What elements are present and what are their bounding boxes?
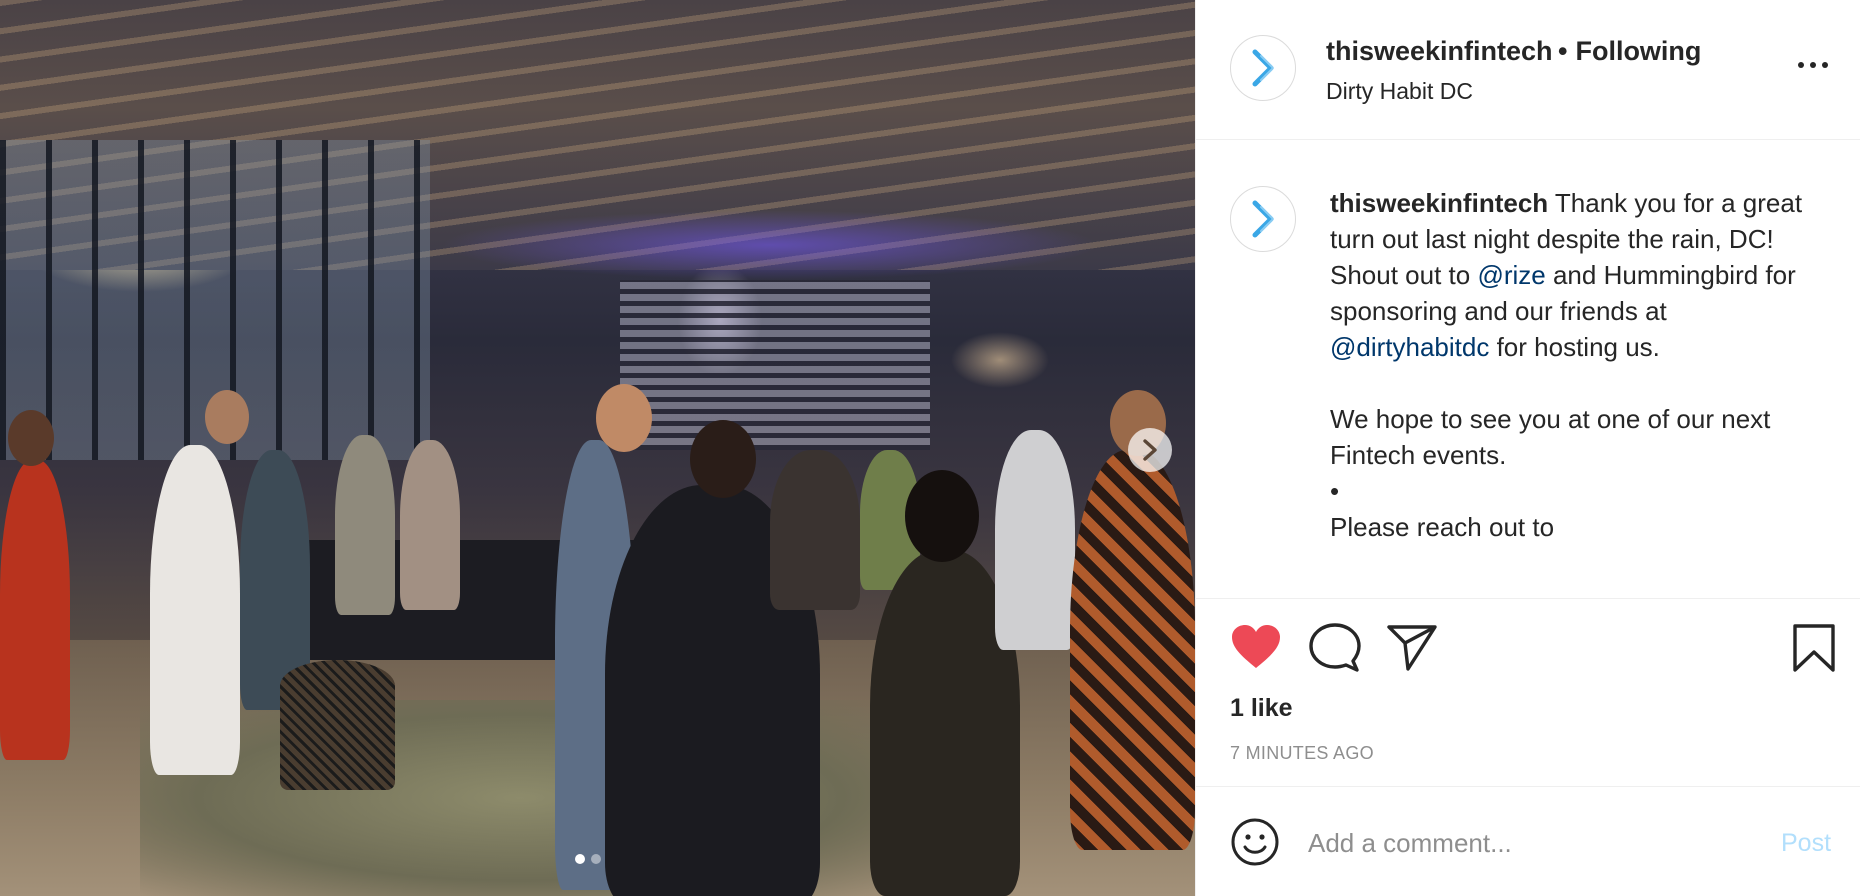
post-side-panel: thisweekinfintech • Following Dirty Habit… bbox=[1195, 0, 1860, 896]
like-count[interactable]: 1 like bbox=[1230, 694, 1293, 723]
follow-status[interactable]: • Following bbox=[1558, 36, 1701, 67]
post-timestamp[interactable]: 7 MINUTES AGO bbox=[1230, 743, 1374, 764]
comment-bar: Post bbox=[1196, 786, 1860, 896]
location-link[interactable]: Dirty Habit DC bbox=[1326, 78, 1473, 105]
next-photo-button[interactable] bbox=[1128, 428, 1172, 472]
post-actions: 1 like 7 MINUTES AGO bbox=[1196, 598, 1860, 786]
carousel-dot-active bbox=[575, 854, 585, 864]
carousel-dot bbox=[591, 854, 601, 864]
comment-input[interactable] bbox=[1308, 821, 1748, 865]
post-comment-button[interactable]: Post bbox=[1781, 829, 1831, 858]
smiley-icon[interactable] bbox=[1230, 817, 1280, 871]
more-options-icon[interactable] bbox=[1798, 62, 1828, 68]
post-header: thisweekinfintech • Following Dirty Habit… bbox=[1196, 0, 1860, 140]
chevron-right-logo-icon bbox=[1252, 49, 1274, 87]
post-photo[interactable] bbox=[0, 0, 1195, 896]
photo-side-table bbox=[280, 660, 395, 790]
header-username[interactable]: thisweekinfintech bbox=[1326, 36, 1553, 67]
photo-ceiling-glow bbox=[440, 210, 1100, 280]
caption-area: thisweekinfintech Thank you for a great … bbox=[1196, 141, 1860, 597]
bookmark-icon[interactable] bbox=[1792, 623, 1836, 677]
caption-text: thisweekinfintech Thank you for a great … bbox=[1330, 185, 1830, 545]
paper-plane-icon[interactable] bbox=[1386, 623, 1438, 675]
caption-username[interactable]: thisweekinfintech bbox=[1330, 188, 1548, 218]
following-button[interactable]: Following bbox=[1575, 36, 1701, 66]
mention-rize[interactable]: @rize bbox=[1477, 260, 1545, 290]
photo-crowd bbox=[0, 384, 1195, 896]
caption-avatar[interactable] bbox=[1230, 186, 1296, 252]
chevron-right-icon bbox=[1143, 439, 1157, 461]
carousel-indicator bbox=[575, 854, 601, 864]
comment-bubble-icon[interactable] bbox=[1309, 623, 1361, 677]
avatar[interactable] bbox=[1230, 35, 1296, 101]
mention-dirtyhabitdc[interactable]: @dirtyhabitdc bbox=[1330, 332, 1489, 362]
caption-part-3: for hosting us. We hope to see you at on… bbox=[1330, 332, 1771, 542]
follow-separator: • bbox=[1558, 36, 1568, 66]
chevron-right-logo-icon bbox=[1252, 200, 1274, 238]
heart-icon[interactable] bbox=[1230, 623, 1282, 675]
